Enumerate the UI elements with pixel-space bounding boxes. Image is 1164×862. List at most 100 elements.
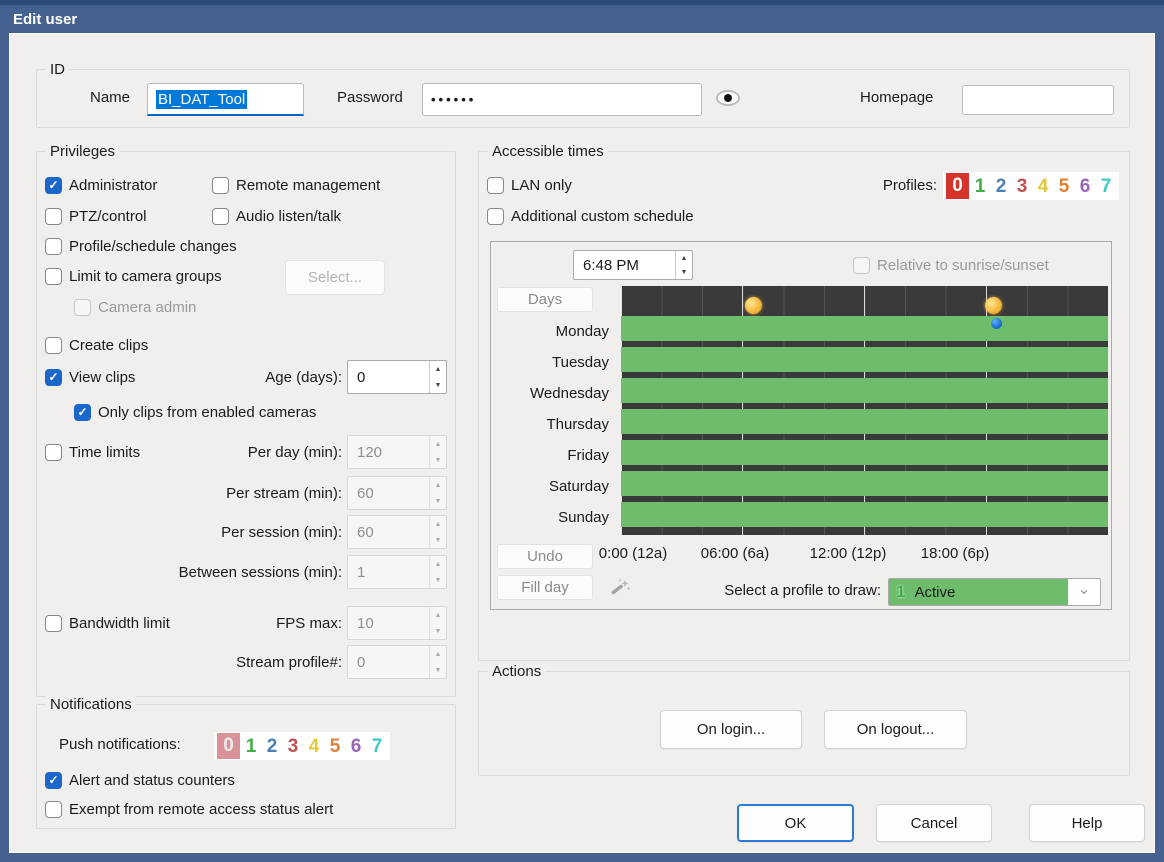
view-clips-checkbox[interactable] <box>45 369 62 386</box>
privileges-group: Privileges Administrator Remote manageme… <box>36 151 456 697</box>
exempt-checkbox[interactable] <box>45 801 62 818</box>
audio-listen-talk-row[interactable]: Audio listen/talk <box>212 205 341 227</box>
profiles-digit-strip[interactable]: 0 1 2 3 4 5 6 7 <box>943 172 1119 200</box>
ptz-control-checkbox[interactable] <box>45 208 62 225</box>
push-digit-5[interactable]: 5 <box>325 734 345 759</box>
spinner-arrows-icon[interactable] <box>675 251 692 279</box>
push-notifications-digit-strip[interactable]: 0 1 2 3 4 5 6 7 <box>214 732 390 760</box>
push-digit-4[interactable]: 4 <box>304 734 324 759</box>
spinner-arrows-icon[interactable] <box>429 361 446 393</box>
lan-only-row[interactable]: LAN only <box>487 174 572 196</box>
between-sessions-spinner[interactable]: 1 <box>347 555 447 589</box>
profile-digit-4[interactable]: 4 <box>1033 174 1053 199</box>
accessible-times-group-label: Accessible times <box>488 142 608 161</box>
profile-digit-5[interactable]: 5 <box>1054 174 1074 199</box>
profile-schedule-changes-row[interactable]: Profile/schedule changes <box>45 235 237 257</box>
remote-management-row[interactable]: Remote management <box>212 174 380 196</box>
schedule-row-tuesday[interactable] <box>621 347 1108 372</box>
time-limits-checkbox[interactable] <box>45 444 62 461</box>
per-day-value: 120 <box>348 436 429 468</box>
per-session-spinner[interactable]: 60 <box>347 515 447 549</box>
schedule-row-friday[interactable] <box>621 440 1108 465</box>
spinner-arrows-icon[interactable] <box>429 477 446 509</box>
fill-day-button[interactable]: Fill day <box>497 575 593 600</box>
day-label-saturday: Saturday <box>491 471 609 502</box>
spinner-arrows-icon[interactable] <box>429 436 446 468</box>
time-limits-row[interactable]: Time limits <box>45 441 140 463</box>
reveal-password-icon[interactable] <box>716 88 740 108</box>
spinner-arrows-icon[interactable] <box>429 607 446 639</box>
schedule-row-saturday[interactable] <box>621 471 1108 496</box>
profile-draw-dropdown[interactable]: 1 Active <box>888 578 1101 606</box>
profile-digit-0[interactable]: 0 <box>946 173 969 199</box>
schedule-row-thursday[interactable] <box>621 409 1108 434</box>
camera-admin-row[interactable]: Camera admin <box>74 296 196 318</box>
password-input[interactable]: •••••• <box>422 83 702 116</box>
bandwidth-limit-checkbox[interactable] <box>45 615 62 632</box>
undo-button[interactable]: Undo <box>497 544 593 569</box>
limit-camera-groups-checkbox[interactable] <box>45 268 62 285</box>
profile-digit-3[interactable]: 3 <box>1012 174 1032 199</box>
per-day-spinner[interactable]: 120 <box>347 435 447 469</box>
push-digit-0[interactable]: 0 <box>217 733 240 759</box>
audio-listen-talk-checkbox[interactable] <box>212 208 229 225</box>
age-days-spinner[interactable]: 0 <box>347 360 447 394</box>
time-spinner[interactable]: 6:48 PM <box>573 250 693 280</box>
push-digit-2[interactable]: 2 <box>262 734 282 759</box>
camera-admin-checkbox[interactable] <box>74 299 91 316</box>
homepage-input[interactable] <box>962 85 1114 115</box>
administrator-label: Administrator <box>69 177 157 194</box>
relative-sunrise-checkbox[interactable] <box>853 257 870 274</box>
only-clips-row[interactable]: Only clips from enabled cameras <box>74 401 316 423</box>
alert-counters-checkbox[interactable] <box>45 772 62 789</box>
days-button[interactable]: Days <box>497 287 593 312</box>
profile-digit-7[interactable]: 7 <box>1096 174 1116 199</box>
title-bar[interactable]: Edit user <box>0 0 1164 33</box>
create-clips-checkbox[interactable] <box>45 337 62 354</box>
relative-sunrise-row[interactable]: Relative to sunrise/sunset <box>853 254 1049 276</box>
remote-management-checkbox[interactable] <box>212 177 229 194</box>
select-camera-groups-button[interactable]: Select... <box>285 260 385 295</box>
push-digit-1[interactable]: 1 <box>241 734 261 759</box>
exempt-row[interactable]: Exempt from remote access status alert <box>45 798 333 820</box>
profile-schedule-changes-checkbox[interactable] <box>45 238 62 255</box>
push-digit-6[interactable]: 6 <box>346 734 366 759</box>
name-input[interactable]: BI_DAT_Tool <box>147 83 304 116</box>
fps-max-spinner[interactable]: 10 <box>347 606 447 640</box>
alert-counters-row[interactable]: Alert and status counters <box>45 769 235 791</box>
push-digit-7[interactable]: 7 <box>367 734 387 759</box>
administrator-row[interactable]: Administrator <box>45 174 157 196</box>
schedule-row-sunday[interactable] <box>621 502 1108 527</box>
additional-schedule-checkbox[interactable] <box>487 208 504 225</box>
lan-only-checkbox[interactable] <box>487 177 504 194</box>
profile-digit-6[interactable]: 6 <box>1075 174 1095 199</box>
ptz-control-row[interactable]: PTZ/control <box>45 205 147 227</box>
magic-wand-icon[interactable] <box>608 576 632 600</box>
schedule-row-monday[interactable] <box>621 316 1108 341</box>
additional-schedule-row[interactable]: Additional custom schedule <box>487 205 694 227</box>
schedule-row-wednesday[interactable] <box>621 378 1108 403</box>
on-login-button[interactable]: On login... <box>660 710 802 749</box>
ok-button[interactable]: OK <box>737 804 854 842</box>
limit-camera-groups-label: Limit to camera groups <box>69 268 222 285</box>
spinner-arrows-icon[interactable] <box>429 556 446 588</box>
create-clips-row[interactable]: Create clips <box>45 334 148 356</box>
accessible-times-group: Accessible times LAN only Additional cus… <box>478 151 1130 661</box>
cancel-button[interactable]: Cancel <box>876 804 992 842</box>
administrator-checkbox[interactable] <box>45 177 62 194</box>
chevron-down-icon[interactable] <box>1068 579 1100 605</box>
profile-digit-2[interactable]: 2 <box>991 174 1011 199</box>
schedule-grid[interactable] <box>621 286 1108 535</box>
profile-digit-1[interactable]: 1 <box>970 174 990 199</box>
stream-profile-spinner[interactable]: 0 <box>347 645 447 679</box>
per-stream-spinner[interactable]: 60 <box>347 476 447 510</box>
day-labels: Monday Tuesday Wednesday Thursday Friday… <box>491 316 609 533</box>
on-logout-button[interactable]: On logout... <box>824 710 967 749</box>
only-clips-checkbox[interactable] <box>74 404 91 421</box>
help-button[interactable]: Help <box>1029 804 1145 842</box>
spinner-arrows-icon[interactable] <box>429 646 446 678</box>
spinner-arrows-icon[interactable] <box>429 516 446 548</box>
push-digit-3[interactable]: 3 <box>283 734 303 759</box>
view-clips-row[interactable]: View clips <box>45 366 135 388</box>
limit-camera-groups-row[interactable]: Limit to camera groups <box>45 265 222 287</box>
